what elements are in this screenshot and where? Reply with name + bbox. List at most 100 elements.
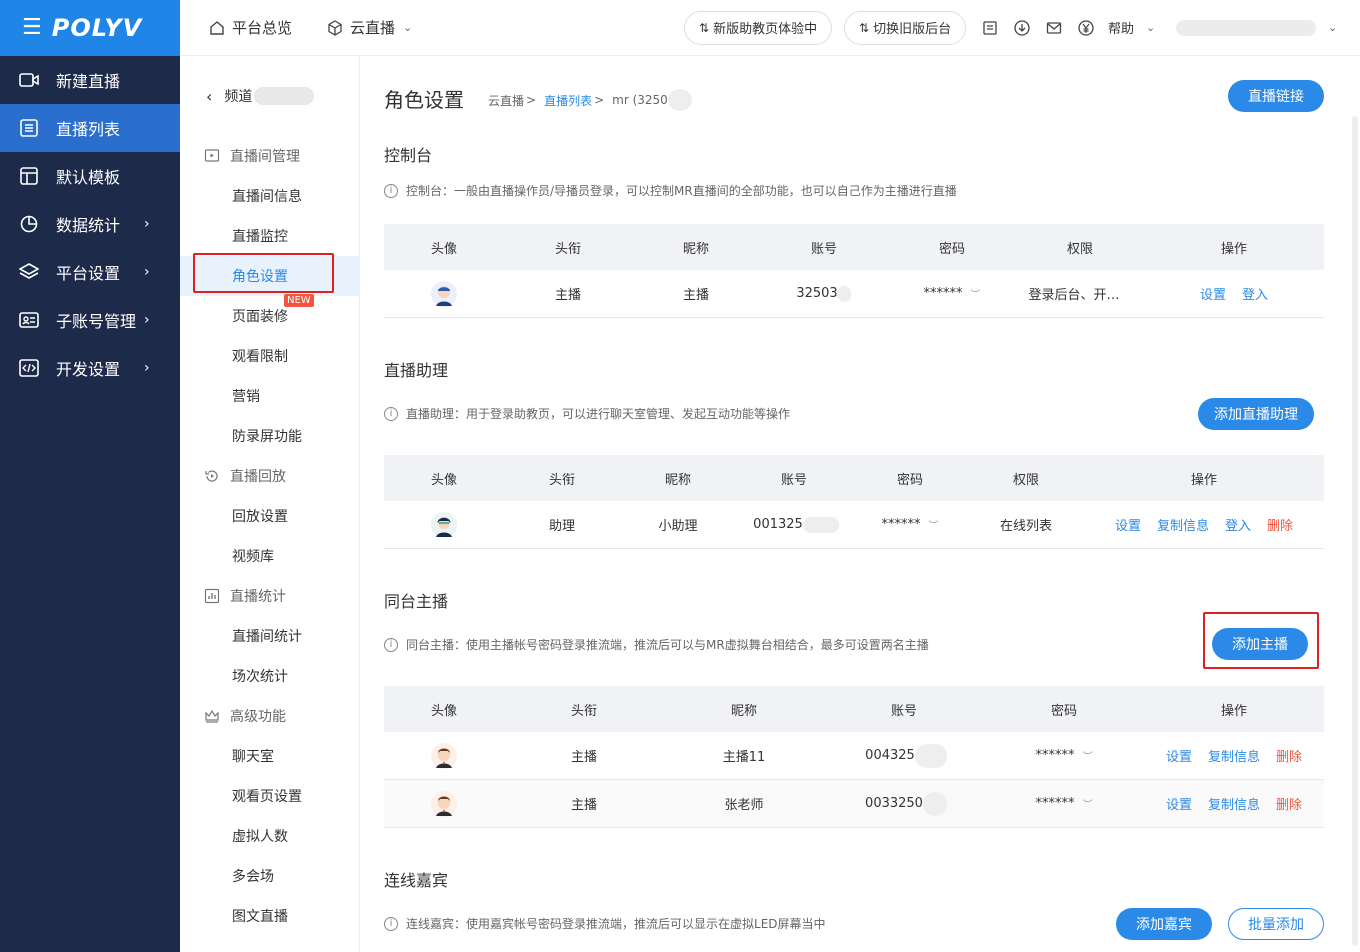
live-link-button[interactable]: 直播链接 (1228, 80, 1324, 112)
cell-account: 004325 (865, 732, 947, 779)
yen-coin-icon[interactable] (1077, 19, 1095, 37)
eye-closed-icon[interactable]: ︶ (929, 517, 939, 532)
table-header: 头像 头衔 昵称 账号 密码 操作 (384, 686, 1324, 732)
settings-link[interactable]: 设置 (1200, 284, 1226, 303)
nav-item-new-live[interactable]: 新建直播 (0, 56, 180, 104)
nav-item-platform-settings[interactable]: 平台设置 › (0, 248, 180, 296)
nav-item-dev-settings[interactable]: 开发设置 › (0, 344, 180, 392)
breadcrumb-live-list[interactable]: 直播列表 (544, 92, 592, 109)
tip-text: 同台主播：使用主播帐号密码登录推流端，推流后可以与MR虚拟舞台相结合，最多可设置… (406, 638, 929, 652)
section-title-assistant: 直播助理 (384, 361, 449, 380)
cell-nickname: 主播11 (722, 750, 766, 765)
document-icon[interactable] (981, 19, 999, 37)
avatar (430, 501, 458, 548)
subnav-session-stats[interactable]: 场次统计 (180, 656, 359, 696)
code-icon (18, 357, 40, 379)
item-label: 营销 (232, 389, 260, 405)
subnav-room-info[interactable]: 直播间信息 (180, 176, 359, 216)
download-icon[interactable] (1013, 19, 1031, 37)
assistant-tip: i 直播助理：用于登录助教页，可以进行聊天室管理、发起互动功能等操作 (384, 405, 790, 422)
switch-arrows-icon: ⇅ (859, 20, 870, 35)
copy-info-link[interactable]: 复制信息 (1157, 515, 1209, 534)
mail-icon[interactable] (1045, 19, 1063, 37)
add-assistant-button[interactable]: 添加直播助理 (1198, 398, 1314, 430)
item-label: 聊天室 (232, 749, 274, 765)
hamburger-menu-icon[interactable]: ☰ (22, 17, 42, 39)
page-title: 角色设置 (384, 88, 464, 112)
cloud-live-dropdown[interactable]: 云直播 ⌄ (326, 17, 412, 38)
nav-item-data-stats[interactable]: 数据统计 › (0, 200, 180, 248)
back-to-channel[interactable]: ‹ 频道 (180, 56, 359, 136)
switch-old-backend-button[interactable]: ⇅ 切换旧版后台 (844, 10, 967, 45)
subnav-marketing[interactable]: 营销 (180, 376, 359, 416)
eye-closed-icon[interactable]: ︶ (1083, 748, 1093, 763)
logo-bar: ☰ POLYV (0, 0, 180, 56)
nav-item-sub-accounts[interactable]: 子账号管理 › (0, 296, 180, 344)
nav-item-live-list[interactable]: 直播列表 (0, 104, 180, 152)
eye-closed-icon[interactable]: ︶ (971, 286, 981, 301)
copy-info-link[interactable]: 复制信息 (1208, 794, 1260, 813)
vertical-scrollbar[interactable] (1352, 116, 1358, 946)
subnav-page-decoration[interactable]: 页面装修 NEW (180, 294, 359, 336)
table-row: 主播 主播 32503 ****** ︶ 登录后台、开… 设置 登入 (384, 270, 1324, 318)
tip-text: 直播助理：用于登录助教页，可以进行聊天室管理、发起互动功能等操作 (406, 407, 791, 421)
pie-chart-icon (18, 213, 40, 235)
overview-label: 平台总览 (232, 19, 293, 37)
subnav-playback-settings[interactable]: 回放设置 (180, 496, 359, 536)
help-dropdown[interactable]: 帮助 ⌄ (1108, 18, 1155, 37)
eye-closed-icon[interactable]: ︶ (1083, 796, 1093, 811)
template-icon (18, 165, 40, 187)
batch-add-button[interactable]: 批量添加 (1228, 908, 1324, 940)
copy-info-link[interactable]: 复制信息 (1208, 746, 1260, 765)
add-guest-button[interactable]: 添加嘉宾 (1116, 908, 1212, 940)
play-screen-icon (204, 148, 220, 164)
subnav-room-stats[interactable]: 直播间统计 (180, 616, 359, 656)
settings-link[interactable]: 设置 (1166, 746, 1192, 765)
cell-account: 001325 (753, 501, 839, 548)
login-link[interactable]: 登入 (1242, 284, 1268, 303)
bar-chart-icon (204, 588, 220, 604)
nav-item-default-template[interactable]: 默认模板 (0, 152, 180, 200)
tip-text: 控制台：一般由直播操作员/导播员登录，可以控制MR直播间的全部功能，也可以自己作… (406, 184, 957, 198)
section-title-console: 控制台 (384, 146, 433, 165)
subnav-view-limit[interactable]: 观看限制 (180, 336, 359, 376)
subnav-graphic-live[interactable]: 图文直播 (180, 896, 359, 936)
col-password: 密码 (938, 241, 966, 257)
new-assistant-page-button[interactable]: ⇅ 新版助教页体验中 (684, 10, 833, 45)
settings-link[interactable]: 设置 (1166, 794, 1192, 813)
subnav-video-library[interactable]: 视频库 (180, 536, 359, 576)
delete-link[interactable]: 删除 (1276, 746, 1302, 765)
user-account-dropdown[interactable]: ⌄ (1176, 19, 1337, 36)
password-text: ****** (1035, 748, 1075, 763)
chevron-down-icon: ⌄ (1146, 21, 1156, 34)
login-link[interactable]: 登入 (1225, 515, 1251, 534)
cell-permission: 登录后台、开… (1028, 288, 1120, 303)
avatar (430, 732, 458, 779)
subnav-watch-page[interactable]: 观看页设置 (180, 776, 359, 816)
delete-link[interactable]: 删除 (1267, 515, 1293, 534)
subnav-virtual-count[interactable]: 虚拟人数 (180, 816, 359, 856)
channel-subnav: ‹ 频道 直播间管理 直播间信息 直播监控 角色设置 页面装修 NEW 观看限制… (180, 56, 360, 952)
account-blurred (837, 285, 852, 302)
account-blurred (914, 743, 947, 768)
avatar (430, 270, 458, 317)
col-nickname: 昵称 (682, 241, 710, 257)
subnav-anti-screen-record[interactable]: 防录屏功能 (180, 416, 359, 456)
col-account: 账号 (780, 472, 808, 488)
delete-link[interactable]: 删除 (1276, 794, 1302, 813)
col-nickname: 昵称 (664, 472, 692, 488)
col-account: 账号 (810, 241, 838, 257)
platform-overview-link[interactable]: 平台总览 (208, 17, 292, 38)
subnav-multi-venue[interactable]: 多会场 (180, 856, 359, 896)
id-card-icon (18, 309, 40, 331)
settings-link[interactable]: 设置 (1115, 515, 1141, 534)
col-actions: 操作 (1220, 703, 1248, 719)
item-label: 观看页设置 (232, 789, 302, 805)
cell-actions: 设置 复制信息 删除 (1158, 732, 1310, 779)
cell-nickname: 张老师 (724, 798, 764, 813)
cell-title: 主播 (570, 798, 598, 813)
breadcrumb-cloud-live[interactable]: 云直播 (488, 92, 524, 109)
cell-title: 助理 (548, 519, 576, 534)
subnav-live-monitor[interactable]: 直播监控 (180, 216, 359, 256)
subnav-chatroom[interactable]: 聊天室 (180, 736, 359, 776)
